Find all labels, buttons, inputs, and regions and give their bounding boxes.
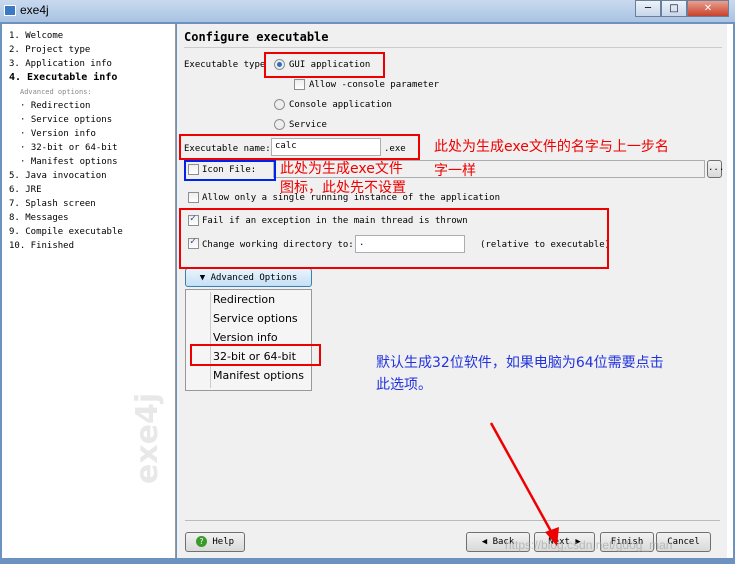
annotation-arrow — [489, 422, 559, 546]
